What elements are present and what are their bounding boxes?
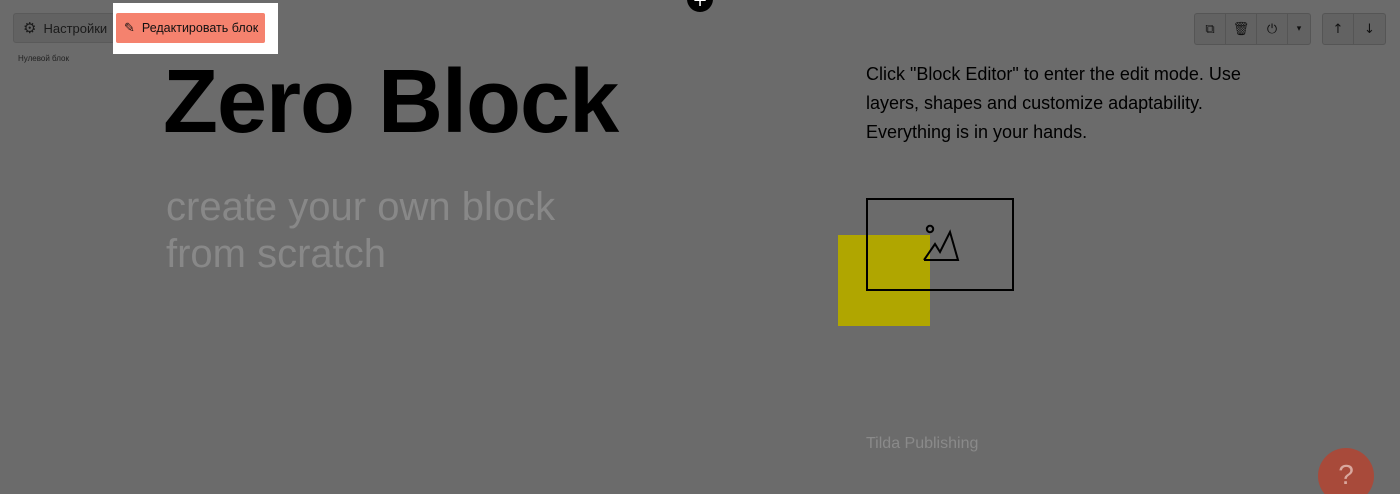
editor-stage: + ⚙ Настройки ✎ Редактировать блок Нулев… bbox=[0, 0, 1400, 494]
edit-block-button[interactable]: ✎ Редактировать блок bbox=[116, 13, 265, 43]
block-type-label: Нулевой блок bbox=[18, 54, 69, 63]
brand-text: Tilda Publishing bbox=[866, 435, 979, 452]
edit-block-label: Редактировать блок bbox=[141, 21, 259, 35]
move-up-button[interactable]: ↑ bbox=[1323, 14, 1354, 44]
move-toolbar: ↑ ↓ bbox=[1322, 13, 1386, 45]
block-subtitle: create your own block from scratch bbox=[166, 185, 556, 276]
delete-button[interactable]: 🗑 bbox=[1226, 14, 1257, 44]
arrow-down-icon: ↓ bbox=[1364, 21, 1375, 37]
block-actions-toolbar: ⧉ 🗑 ⏻ ▾ bbox=[1194, 13, 1311, 45]
toggle-visibility-button[interactable]: ⏻ bbox=[1257, 14, 1288, 44]
block-title: Zero Block bbox=[163, 52, 619, 152]
power-icon: ⏻ bbox=[1266, 21, 1278, 37]
pencil-icon: ✎ bbox=[124, 20, 135, 36]
image-placeholder bbox=[866, 198, 1014, 291]
question-icon: ? bbox=[1338, 459, 1354, 490]
move-down-button[interactable]: ↓ bbox=[1354, 14, 1385, 44]
image-placeholder-icon bbox=[923, 224, 960, 261]
duplicate-button[interactable]: ⧉ bbox=[1195, 14, 1226, 44]
trash-icon: 🗑 bbox=[1232, 21, 1250, 37]
duplicate-icon: ⧉ bbox=[1205, 21, 1215, 37]
settings-label: Настройки bbox=[43, 20, 108, 36]
help-button[interactable]: ? bbox=[1318, 448, 1374, 494]
plus-icon: + bbox=[692, 0, 708, 11]
settings-button[interactable]: ⚙ Настройки bbox=[13, 13, 121, 43]
gear-icon: ⚙ bbox=[23, 19, 37, 37]
more-actions-button[interactable]: ▾ bbox=[1288, 14, 1310, 44]
arrow-up-icon: ↑ bbox=[1332, 21, 1344, 37]
add-block-button[interactable]: + bbox=[687, 0, 713, 12]
chevron-down-icon: ▾ bbox=[1296, 24, 1302, 34]
block-description: Click "Block Editor" to enter the edit m… bbox=[866, 64, 1241, 142]
